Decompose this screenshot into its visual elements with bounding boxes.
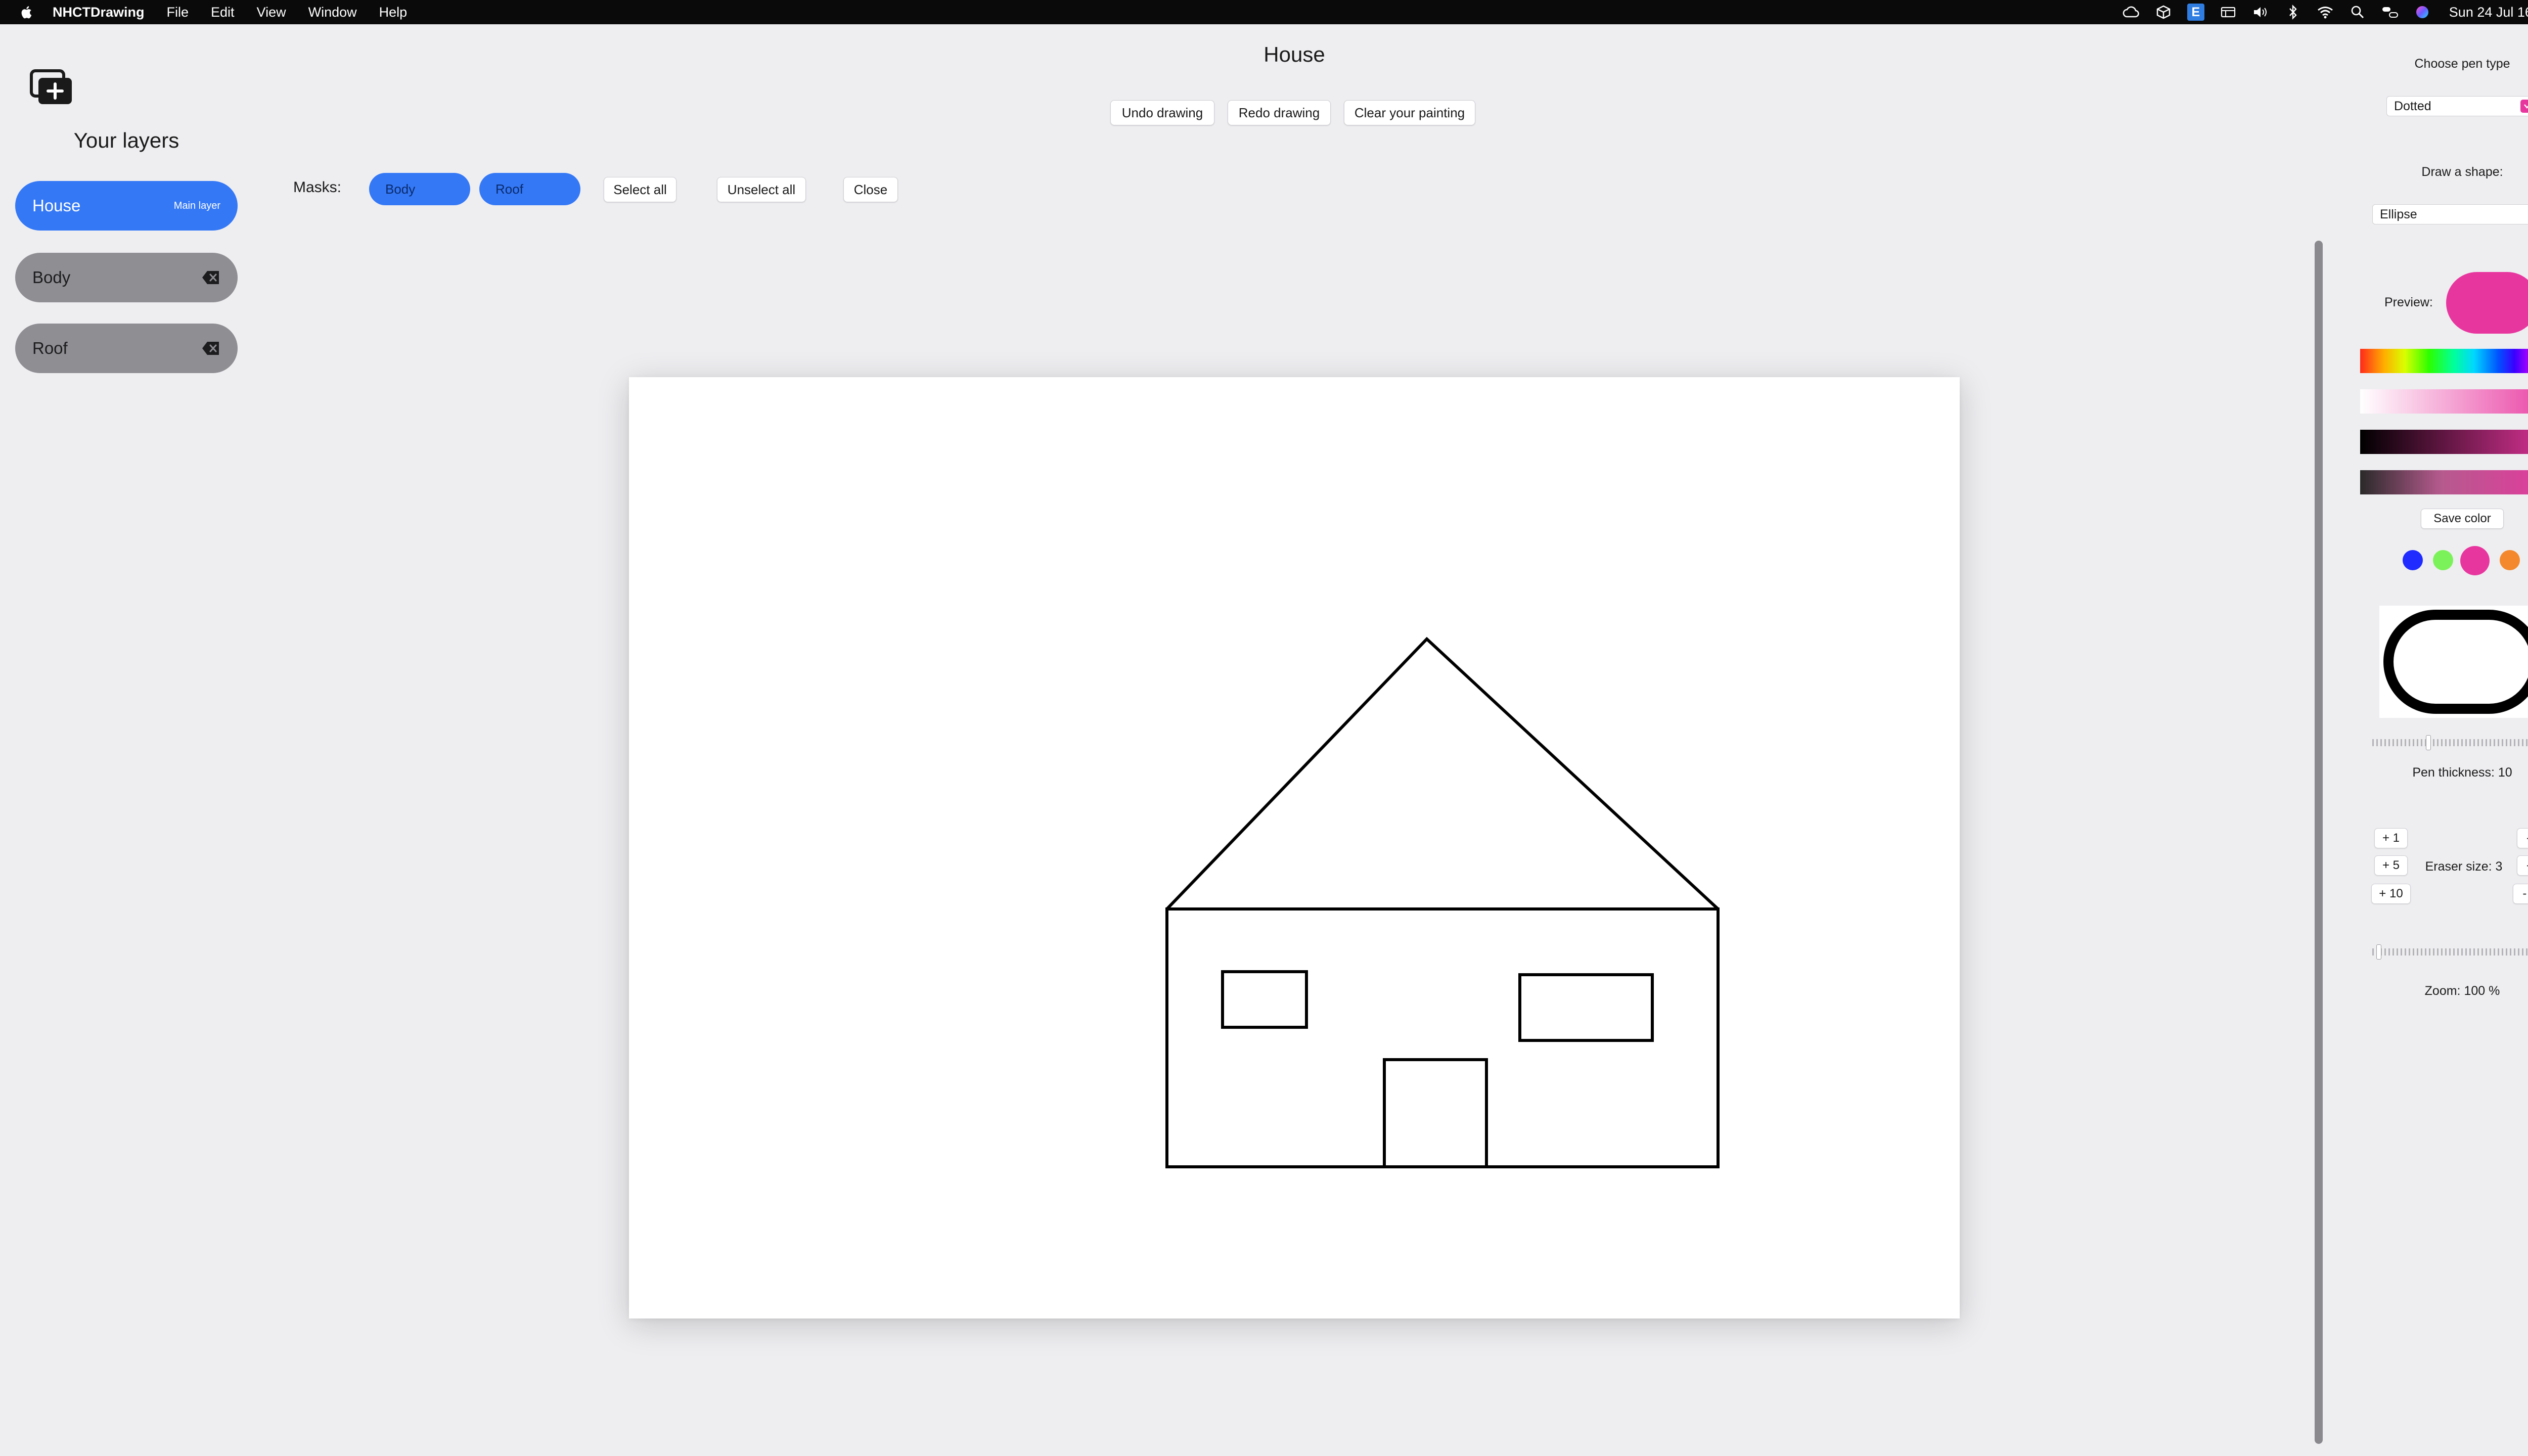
wifi-icon[interactable] [2317, 4, 2334, 21]
masks-label: Masks: [293, 179, 342, 196]
delete-layer-icon[interactable] [201, 341, 220, 356]
opacity-slider[interactable] [2360, 470, 2528, 494]
pen-type-label: Choose pen type [2414, 57, 2510, 71]
zoom-slider[interactable] [2372, 948, 2528, 956]
door [1383, 1058, 1488, 1168]
preview-label: Preview: [2384, 295, 2433, 309]
main-layer-badge: Main layer [173, 200, 220, 211]
house-body [1165, 907, 1720, 1168]
pen-thickness-slider-thumb[interactable] [2426, 735, 2431, 750]
siri-icon[interactable] [2414, 4, 2431, 21]
layer-name: House [32, 196, 81, 215]
chevron-down-icon [2520, 100, 2528, 113]
saved-color-orange[interactable] [2500, 550, 2520, 570]
menu-view[interactable]: View [257, 5, 286, 20]
drawing-canvas[interactable] [629, 377, 1960, 1318]
box-icon[interactable] [2155, 4, 2172, 21]
pen-type-value: Dotted [2394, 99, 2431, 113]
color-preview-swatch [2446, 272, 2528, 334]
delete-layer-icon[interactable] [201, 270, 220, 285]
add-layer-icon[interactable] [29, 69, 75, 107]
undo-drawing-button[interactable]: Undo drawing [1110, 100, 1214, 125]
search-icon[interactable] [2349, 4, 2366, 21]
volume-icon[interactable] [2252, 4, 2269, 21]
layer-name: Body [32, 268, 71, 287]
redo-drawing-button[interactable]: Redo drawing [1228, 100, 1331, 125]
menu-edit[interactable]: Edit [211, 5, 235, 20]
hue-slider[interactable] [2360, 349, 2528, 373]
eraser-minus-1-button[interactable]: - 1 [2517, 828, 2528, 848]
keyboard-icon[interactable] [2220, 4, 2237, 21]
house-drawing [1165, 636, 1720, 1168]
eraser-minus-5-button[interactable]: - 5 [2517, 855, 2528, 876]
eraser-plus-10-button[interactable]: + 10 [2371, 884, 2411, 904]
menubar-clock[interactable]: Sun 24 Jul 16 12 36 [2449, 5, 2528, 20]
saved-color-green[interactable] [2433, 550, 2453, 570]
mask-body-toggle[interactable]: Body [369, 173, 470, 205]
draw-shape-label: Draw a shape: [2421, 165, 2503, 179]
zoom-label: Zoom: 100 % [2424, 984, 2500, 998]
eraser-minus-10-button[interactable]: - 10 [2513, 884, 2528, 904]
pen-thickness-label: Pen thickness: 10 [2412, 765, 2512, 780]
creative-cloud-icon[interactable] [2123, 4, 2140, 21]
saturation-slider[interactable] [2360, 389, 2528, 414]
apple-icon[interactable] [19, 4, 34, 21]
menu-help[interactable]: Help [379, 5, 408, 20]
eraser-size-label: Eraser size: 3 [2425, 859, 2503, 874]
menu-file[interactable]: File [167, 5, 189, 20]
menu-bar: NHCTDrawing File Edit View Window Help E [0, 0, 2528, 24]
eraser-plus-5-button[interactable]: + 5 [2374, 855, 2408, 876]
pen-thickness-slider[interactable] [2372, 739, 2528, 746]
page-title: House [1263, 42, 1325, 66]
pen-type-select[interactable]: Dotted [2386, 96, 2528, 116]
unselect-all-button[interactable]: Unselect all [717, 177, 806, 202]
layer-house[interactable]: House Main layer [15, 181, 238, 231]
layer-roof[interactable]: Roof [15, 324, 238, 373]
eraser-plus-1-button[interactable]: + 1 [2374, 828, 2408, 848]
save-color-button[interactable]: Save color [2421, 509, 2504, 529]
roof-shape [1165, 636, 1720, 911]
e-app-icon[interactable]: E [2187, 4, 2204, 21]
shape-value: Ellipse [2380, 207, 2417, 221]
mask-roof-toggle[interactable]: Roof [479, 173, 580, 205]
window-right [1518, 973, 1654, 1042]
menu-window[interactable]: Window [308, 5, 357, 20]
bluetooth-icon[interactable] [2284, 4, 2301, 21]
control-center-icon[interactable] [2381, 4, 2399, 21]
clear-painting-button[interactable]: Clear your painting [1344, 100, 1475, 125]
layer-body[interactable]: Body [15, 253, 238, 302]
brightness-slider[interactable] [2360, 430, 2528, 454]
close-masks-button[interactable]: Close [843, 177, 898, 202]
saved-color-pink[interactable] [2460, 546, 2490, 575]
zoom-slider-thumb[interactable] [2376, 944, 2381, 960]
layer-name: Roof [32, 339, 68, 357]
layers-title: Your layers [73, 128, 179, 152]
pen-thickness-preview [2379, 606, 2528, 718]
window-left [1221, 970, 1308, 1029]
vertical-scrollbar[interactable] [2315, 241, 2323, 1444]
shape-select[interactable]: Ellipse [2372, 204, 2528, 224]
select-all-button[interactable]: Select all [604, 177, 676, 202]
saved-color-blue[interactable] [2403, 550, 2423, 570]
app-name-menu[interactable]: NHCTDrawing [53, 5, 145, 20]
